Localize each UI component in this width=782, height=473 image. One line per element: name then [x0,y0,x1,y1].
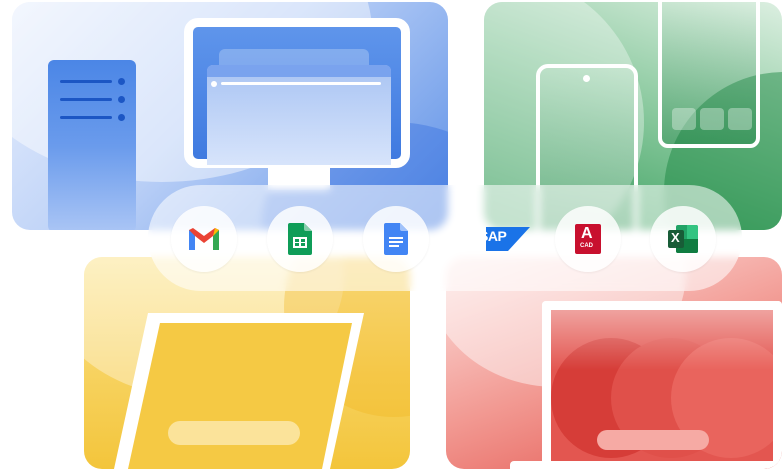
desktop-tower-icon [48,60,136,230]
excel-letter: X [671,230,680,245]
sap-app-button[interactable]: SAP [475,206,541,272]
docs-icon [384,223,408,255]
tablet-icon [658,2,760,148]
excel-icon: X [668,225,698,253]
sap-logo-text: SAP [479,228,507,244]
gmail-app-button[interactable] [171,206,237,272]
autocad-icon: A CAD [575,224,601,254]
gmail-icon [189,228,219,250]
laptop-base [510,461,782,469]
docs-app-button[interactable] [363,206,429,272]
monitor-icon [184,18,410,168]
sheets-app-button[interactable] [267,206,333,272]
autocad-sublabel: CAD [580,243,593,249]
autocad-letter: A [581,225,593,242]
sheets-icon [288,223,312,255]
autocad-app-button[interactable]: A CAD [555,206,621,272]
laptop-icon [542,301,782,469]
excel-app-button[interactable]: X [650,206,716,272]
browser-window [207,65,391,165]
